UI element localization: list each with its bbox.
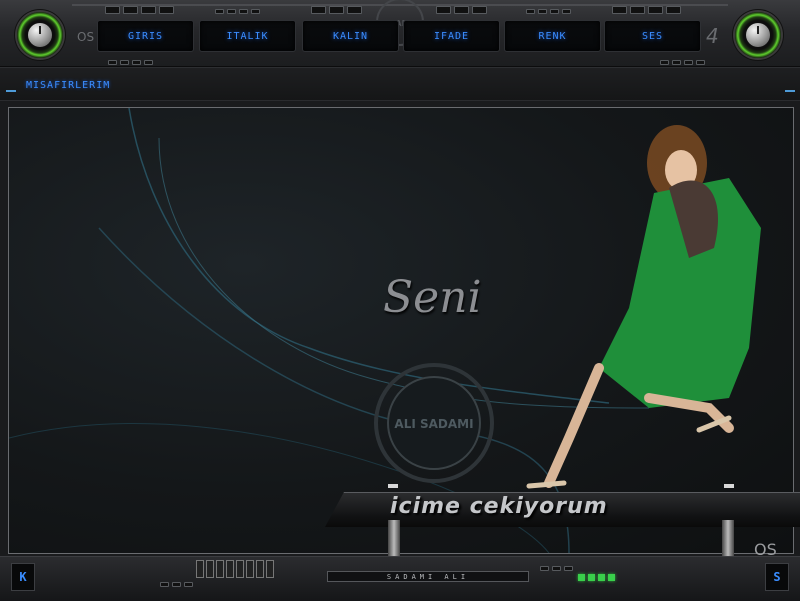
led-indicator [227, 9, 236, 14]
menu-button-renk[interactable]: RENK [504, 20, 601, 52]
mixer-slider[interactable] [206, 560, 214, 578]
led-indicator [311, 6, 326, 14]
menu-button-ses[interactable]: SES [604, 20, 701, 52]
led-indicator [141, 6, 156, 14]
led-indicator [347, 6, 362, 14]
led-indicator [612, 6, 627, 14]
led-indicator [144, 60, 153, 65]
mixer-sliders[interactable] [196, 560, 274, 578]
mixer-slider[interactable] [216, 560, 224, 578]
led-indicator [472, 6, 487, 14]
led-indicator [132, 60, 141, 65]
knob-cap-icon [746, 23, 770, 47]
credit-text: SADAMI ALI [386, 572, 470, 581]
credit-plate: SADAMI ALI [327, 571, 529, 582]
led-indicator [666, 6, 681, 14]
led-strip-center [311, 6, 362, 14]
bottom-led-strip [160, 582, 193, 587]
figure-shoe [526, 480, 567, 489]
mixer-slider[interactable] [266, 560, 274, 578]
led-indicator [550, 9, 559, 14]
signal-led [578, 574, 585, 581]
led-indicator [105, 6, 120, 14]
led-indicator [552, 566, 561, 571]
led-indicator [184, 582, 193, 587]
mixer-slider[interactable] [196, 560, 204, 578]
led-indicator [108, 60, 117, 65]
emblem-text: ALI SADAMI [394, 417, 473, 431]
led-indicator [540, 566, 549, 571]
led-strip-right-small [526, 9, 571, 14]
led-indicator [630, 6, 645, 14]
led-indicator [160, 582, 169, 587]
visitors-link[interactable]: MISAFIRLERIM [26, 80, 110, 91]
menu-button-ifade[interactable]: IFADE [403, 20, 500, 52]
led-strip-center-right [436, 6, 487, 14]
left-nav-box[interactable]: K [11, 563, 35, 591]
led-indicator [684, 60, 693, 65]
mixer-slider[interactable] [236, 560, 244, 578]
mixer-slider[interactable] [226, 560, 234, 578]
signal-led [598, 574, 605, 581]
script-title: Seni [383, 272, 482, 323]
led-strip-right [612, 6, 681, 14]
menu-button-kalin[interactable]: KALIN [302, 20, 399, 52]
right-nav-box[interactable]: S [765, 563, 789, 591]
led-indicator [562, 9, 571, 14]
stage-artwork: ALI SADAMI [9, 108, 761, 553]
led-indicator [660, 60, 669, 65]
led-strip-left [105, 6, 174, 14]
menu-button-italik[interactable]: ITALIK [199, 20, 296, 52]
led-indicator [239, 9, 248, 14]
platform-post [388, 520, 400, 560]
figure-leg [544, 363, 604, 488]
visitors-bar: MISAFIRLERIM [0, 67, 800, 101]
mixer-slider[interactable] [246, 560, 254, 578]
led-indicator [696, 60, 705, 65]
signal-meter [578, 574, 615, 581]
signal-led [588, 574, 595, 581]
led-indicator [172, 582, 181, 587]
led-indicator [159, 6, 174, 14]
banner-tagline: icime cekiyorum [390, 494, 608, 519]
led-strip-bottom-left [108, 60, 153, 65]
main-stage: ALI SADAMI [8, 107, 794, 554]
led-indicator [436, 6, 451, 14]
led-indicator [526, 9, 535, 14]
bottom-led-strip-right [540, 566, 573, 571]
led-indicator [564, 566, 573, 571]
led-indicator [329, 6, 344, 14]
led-strip-center-left [215, 9, 260, 14]
number-mark-right: 4 [706, 24, 719, 48]
signal-led [608, 574, 615, 581]
volume-knob-right[interactable] [735, 12, 781, 58]
top-toolbar: OS 4 ALI SADAMI GIRIS ITALIK KALIN IFADE… [0, 0, 800, 67]
led-indicator [120, 60, 129, 65]
light-swoosh [128, 108, 610, 404]
led-indicator [538, 9, 547, 14]
led-indicator [215, 9, 224, 14]
platform-post-cap [724, 484, 734, 488]
led-indicator [454, 6, 469, 14]
menu-button-giris[interactable]: GIRIS [97, 20, 194, 52]
os-logo-left: OS [77, 30, 95, 44]
led-strip-bottom-right [660, 60, 705, 65]
left-tab-marker [6, 90, 16, 92]
mixer-slider[interactable] [256, 560, 264, 578]
platform-post-cap [388, 484, 398, 488]
platform-post [722, 520, 734, 560]
led-indicator [123, 6, 138, 14]
knob-cap-icon [28, 23, 52, 47]
led-indicator [251, 9, 260, 14]
right-tab-marker [785, 90, 795, 92]
led-indicator [648, 6, 663, 14]
volume-knob-left[interactable] [17, 12, 63, 58]
led-indicator [672, 60, 681, 65]
